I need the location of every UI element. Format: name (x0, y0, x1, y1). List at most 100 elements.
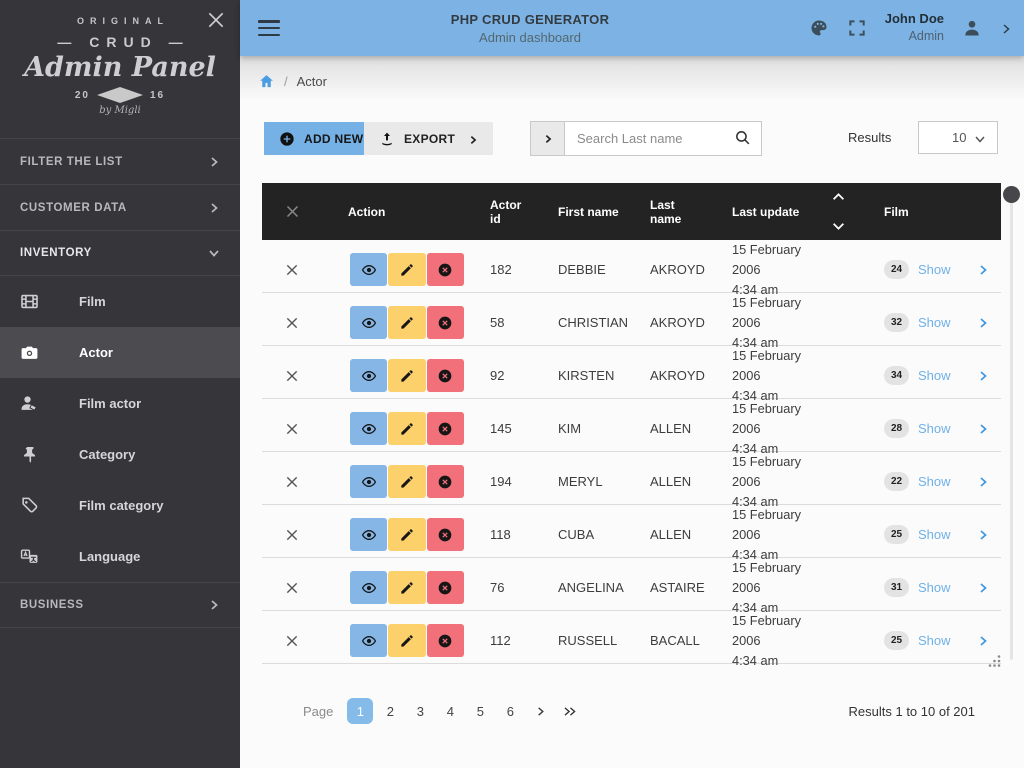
deselect-row-icon[interactable] (285, 581, 299, 595)
view-button[interactable] (350, 359, 387, 392)
add-new-button[interactable]: ADD NEW (264, 122, 378, 155)
hamburger-menu-icon[interactable] (258, 20, 280, 36)
chevron-right-icon[interactable] (977, 529, 989, 541)
view-button[interactable] (350, 571, 387, 604)
deselect-row-icon[interactable] (285, 369, 299, 383)
sidebar-section-customer-data[interactable]: CUSTOMER DATA (0, 184, 240, 230)
deselect-row-icon[interactable] (285, 316, 299, 330)
sidebar: ORIGINAL — CRUD — Admin Panel 20 16 by M… (0, 0, 240, 768)
clear-selection-icon[interactable] (285, 204, 300, 219)
edit-button[interactable] (388, 359, 425, 392)
edit-button[interactable] (388, 571, 425, 604)
table-scrollbar-track[interactable] (1010, 188, 1013, 660)
edit-button[interactable] (388, 306, 425, 339)
sidebar-section-inventory[interactable]: INVENTORY (0, 230, 240, 276)
page-button-5[interactable]: 5 (467, 698, 493, 724)
next-page-icon[interactable] (527, 698, 553, 724)
export-button[interactable]: EXPORT (364, 122, 493, 155)
search-button[interactable] (723, 122, 761, 155)
show-films-link[interactable]: Show (918, 633, 951, 648)
sidebar-item-language[interactable]: Language (0, 531, 240, 582)
chevron-right-icon[interactable] (977, 582, 989, 594)
delete-button[interactable] (427, 306, 464, 339)
actor-id-cell: 118 (464, 527, 532, 542)
view-button[interactable] (350, 412, 387, 445)
delete-button[interactable] (427, 518, 464, 551)
chevron-right-icon[interactable] (977, 476, 989, 488)
palette-icon[interactable] (809, 18, 829, 38)
diamond-icon (97, 87, 143, 103)
search-input[interactable] (565, 122, 723, 155)
results-per-page-select[interactable]: 10 (918, 121, 998, 154)
user-info[interactable]: John Doe Admin (885, 11, 944, 44)
resize-grip[interactable] (986, 654, 1002, 668)
column-actor-id[interactable]: Actor id (464, 198, 532, 226)
last-page-icon[interactable] (557, 698, 583, 724)
table-scrollbar-thumb[interactable] (1003, 186, 1020, 203)
page-button-6[interactable]: 6 (497, 698, 523, 724)
page-button-1[interactable]: 1 (347, 698, 373, 724)
deselect-row-icon[interactable] (285, 422, 299, 436)
column-first-name[interactable]: First name (532, 205, 624, 219)
sidebar-item-film-category[interactable]: Film category (0, 480, 240, 531)
sidebar-item-film[interactable]: Film (0, 276, 240, 327)
deselect-row-icon[interactable] (285, 475, 299, 489)
sidebar-close-icon[interactable] (206, 10, 226, 30)
show-films-link[interactable]: Show (918, 580, 951, 595)
show-films-link[interactable]: Show (918, 368, 951, 383)
fullscreen-icon[interactable] (847, 18, 867, 38)
home-icon[interactable] (258, 73, 275, 90)
user-menu-chevron-icon[interactable] (1000, 22, 1012, 34)
last-update-cell: 15 February 20064:34 am (706, 505, 816, 564)
page-button-2[interactable]: 2 (377, 698, 403, 724)
column-last-name[interactable]: Last name (624, 198, 706, 226)
sidebar-item-actor[interactable]: Actor (0, 327, 240, 378)
show-films-link[interactable]: Show (918, 315, 951, 330)
view-button[interactable] (350, 306, 387, 339)
page-button-4[interactable]: 4 (437, 698, 463, 724)
sidebar-item-category[interactable]: Category (0, 429, 240, 480)
deselect-row-icon[interactable] (285, 634, 299, 648)
x-circle-icon (437, 527, 453, 543)
edit-button[interactable] (388, 412, 425, 445)
sidebar-item-film-actor[interactable]: Film actor (0, 378, 240, 429)
sidebar-section-filter-the-list[interactable]: FILTER THE LIST (0, 138, 240, 184)
sort-desc-icon[interactable] (832, 222, 845, 231)
delete-button[interactable] (427, 412, 464, 445)
delete-button[interactable] (427, 253, 464, 286)
header-titles: PHP CRUD GENERATOR Admin dashboard (451, 12, 610, 45)
delete-button[interactable] (427, 359, 464, 392)
sidebar-section-business[interactable]: BUSINESS (0, 582, 240, 628)
column-last-update[interactable]: Last update (706, 205, 816, 219)
chevron-right-icon[interactable] (977, 370, 989, 382)
chevron-right-icon[interactable] (977, 423, 989, 435)
edit-button[interactable] (388, 465, 425, 498)
show-films-link[interactable]: Show (918, 474, 951, 489)
delete-button[interactable] (427, 465, 464, 498)
chevron-right-icon[interactable] (977, 317, 989, 329)
pencil-icon (399, 474, 415, 490)
search-collapse-button[interactable] (531, 122, 565, 155)
view-button[interactable] (350, 518, 387, 551)
x-circle-icon (437, 368, 453, 384)
delete-button[interactable] (427, 624, 464, 657)
edit-button[interactable] (388, 518, 425, 551)
view-button[interactable] (350, 624, 387, 657)
x-circle-icon (437, 633, 453, 649)
view-button[interactable] (350, 465, 387, 498)
chevron-right-icon[interactable] (977, 264, 989, 276)
section-label: CUSTOMER DATA (20, 202, 127, 214)
edit-button[interactable] (388, 253, 425, 286)
show-films-link[interactable]: Show (918, 421, 951, 436)
page-button-3[interactable]: 3 (407, 698, 433, 724)
delete-button[interactable] (427, 571, 464, 604)
sort-asc-icon[interactable] (832, 192, 845, 201)
deselect-row-icon[interactable] (285, 528, 299, 542)
chevron-right-icon[interactable] (977, 635, 989, 647)
user-icon[interactable] (962, 18, 982, 38)
show-films-link[interactable]: Show (918, 527, 951, 542)
deselect-row-icon[interactable] (285, 263, 299, 277)
show-films-link[interactable]: Show (918, 262, 951, 277)
view-button[interactable] (350, 253, 387, 286)
edit-button[interactable] (388, 624, 425, 657)
